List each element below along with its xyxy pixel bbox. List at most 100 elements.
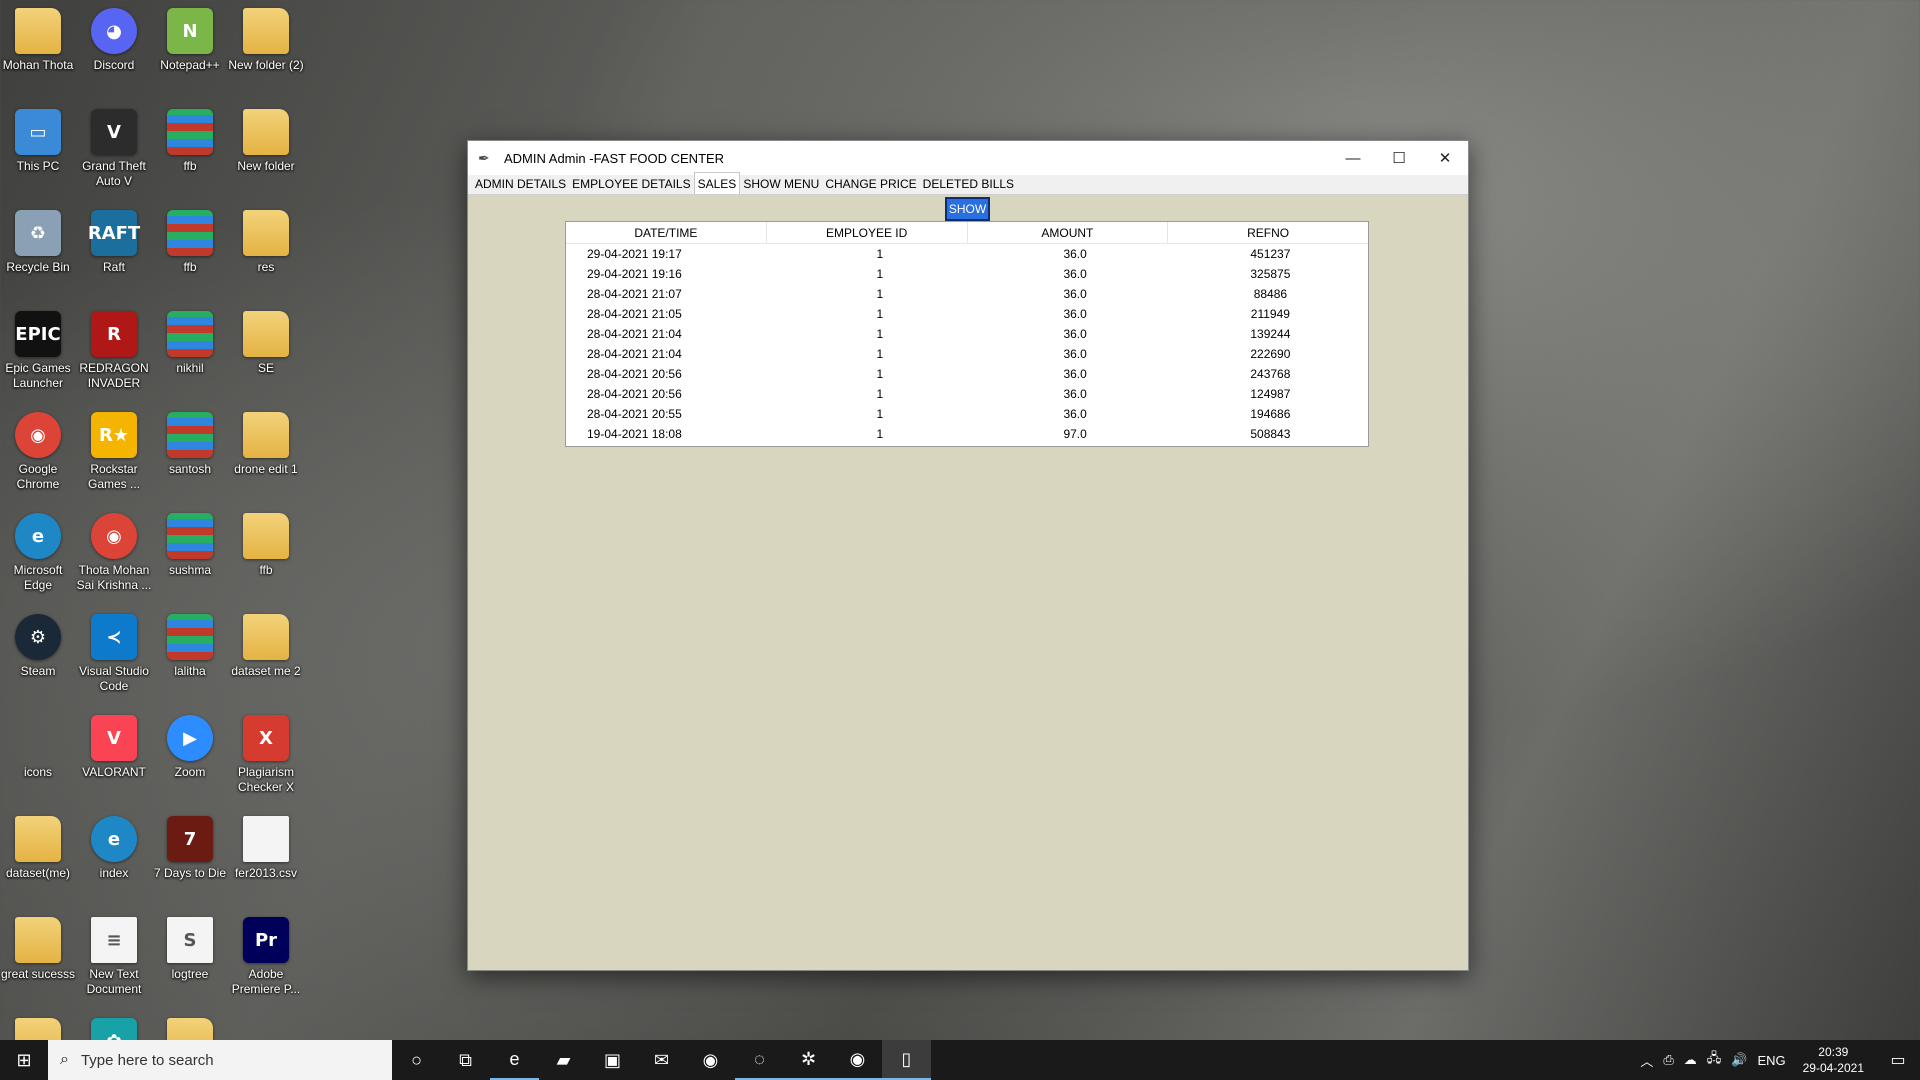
column-header-employee-id[interactable]: EMPLOYEE ID bbox=[767, 222, 968, 243]
chrome-profile-icon[interactable]: ◉ bbox=[833, 1040, 882, 1080]
desktop-icon[interactable]: drone edit 1 bbox=[228, 404, 304, 500]
desktop-icon[interactable]: ffb bbox=[152, 202, 228, 298]
table-row[interactable]: 28-04-2021 20:56 1 36.0 124987 bbox=[566, 384, 1368, 404]
desktop-icon-graphic bbox=[15, 917, 61, 963]
table-row[interactable]: 29-04-2021 19:16 1 36.0 325875 bbox=[566, 264, 1368, 284]
chevron-up-icon[interactable]: ︿ bbox=[1635, 1051, 1658, 1070]
volume-icon[interactable]: 🔊 bbox=[1726, 1052, 1752, 1068]
desktop-icon-graphic: ◉ bbox=[15, 412, 61, 458]
tab-employee-details[interactable]: EMPLOYEE DETAILS bbox=[569, 175, 693, 194]
app-ring-icon[interactable]: ◌ bbox=[735, 1040, 784, 1080]
desktop-icon[interactable]: e index bbox=[76, 808, 152, 904]
document-app-icon[interactable]: ▯ bbox=[882, 1040, 931, 1080]
desktop-icon[interactable]: ≺ Visual Studio Code bbox=[76, 606, 152, 702]
desktop-icon[interactable]: 7 7 Days to Die bbox=[152, 808, 228, 904]
cortana-icon[interactable]: ○ bbox=[392, 1040, 441, 1080]
tab-deleted-bills[interactable]: DELETED BILLS bbox=[920, 175, 1017, 194]
tab-change-price[interactable]: CHANGE PRICE bbox=[822, 175, 919, 194]
table-cell: 29-04-2021 19:16 bbox=[587, 267, 682, 281]
desktop-icon[interactable]: santosh bbox=[152, 404, 228, 500]
store-icon[interactable]: ▣ bbox=[588, 1040, 637, 1080]
column-header-refno[interactable]: REFNO bbox=[1168, 222, 1368, 243]
table-cell: 1 bbox=[876, 347, 884, 361]
desktop-icon[interactable]: ♻ Recycle Bin bbox=[0, 202, 76, 298]
desktop-icon[interactable]: EPIC Epic Games Launcher bbox=[0, 303, 76, 399]
desktop-icon[interactable]: ▶ Zoom bbox=[152, 707, 228, 803]
desktop-icon[interactable]: ◕ Discord bbox=[76, 0, 152, 96]
file-explorer-icon[interactable]: ▰ bbox=[539, 1040, 588, 1080]
desktop-icon-graphic: 7 bbox=[167, 816, 213, 862]
desktop-icon[interactable]: great sucesss bbox=[0, 909, 76, 1005]
table-row[interactable]: 28-04-2021 21:07 1 36.0 88486 bbox=[566, 284, 1368, 304]
mail-icon[interactable]: ✉ bbox=[637, 1040, 686, 1080]
desktop-icon[interactable]: ≡ New Text Document bbox=[76, 909, 152, 1005]
desktop-icon[interactable]: R REDRAGON INVADER bbox=[76, 303, 152, 399]
desktop-icon[interactable]: V VALORANT bbox=[76, 707, 152, 803]
desktop-icon[interactable]: dataset(me) bbox=[0, 808, 76, 904]
desktop-icon[interactable]: Slogtree bbox=[152, 909, 228, 1005]
desktop-icon[interactable]: nikhil bbox=[152, 303, 228, 399]
desktop-icon[interactable]: X Plagiarism Checker X bbox=[228, 707, 304, 803]
desktop-icon-graphic: Pr bbox=[243, 917, 289, 963]
table-row[interactable]: 28-04-2021 21:05 1 36.0 211949 bbox=[566, 304, 1368, 324]
taskbar: ⊞ ⌕ Type here to search ○ ⧉ e ▰ ▣ ✉ ◉ ◌ ✲ ◉ ▯ ︿ ⎙ … bbox=[0, 1040, 1920, 1080]
desktop-icon-label: New folder bbox=[237, 159, 295, 173]
desktop-icon[interactable]: ◉ Thota Mohan Sai Krishna ... bbox=[76, 505, 152, 601]
desktop-icon-graphic: ◉ bbox=[91, 513, 137, 559]
start-button[interactable]: ⊞ bbox=[0, 1040, 48, 1080]
notification-icon[interactable]: ▭ bbox=[1876, 1050, 1920, 1070]
show-button[interactable]: SHOW bbox=[945, 197, 990, 221]
tab-sales[interactable]: SALES bbox=[693, 172, 741, 194]
desktop-icon[interactable]: ffb bbox=[152, 101, 228, 197]
onedrive-icon[interactable]: ☁ bbox=[1679, 1052, 1702, 1068]
desktop-icon[interactable]: ⚙ Steam bbox=[0, 606, 76, 702]
desktop-icon[interactable]: icons bbox=[0, 707, 76, 803]
desktop-icon[interactable]: N Notepad++ bbox=[152, 0, 228, 96]
desktop-icon[interactable]: res bbox=[228, 202, 304, 298]
desktop-icon[interactable]: Pr Adobe Premiere P... bbox=[228, 909, 304, 1005]
maximize-button[interactable]: ☐ bbox=[1376, 141, 1422, 175]
desktop-icon-label: Google Chrome bbox=[16, 462, 60, 491]
column-header-datetime[interactable]: DATE/TIME bbox=[566, 222, 767, 243]
close-button[interactable]: ✕ bbox=[1422, 141, 1468, 175]
table-row[interactable]: 28-04-2021 21:04 1 36.0 222690 bbox=[566, 344, 1368, 364]
title-bar[interactable]: ✒ ADMIN Admin -FAST FOOD CENTER — ☐ ✕ bbox=[468, 141, 1468, 175]
desktop-icon[interactable]: dataset me 2 bbox=[228, 606, 304, 702]
minimize-button[interactable]: — bbox=[1330, 141, 1376, 175]
table-row[interactable]: 19-04-2021 18:08 1 97.0 508843 bbox=[566, 424, 1368, 444]
desktop-icon[interactable]: ffb bbox=[228, 505, 304, 601]
desktop-icon[interactable]: New folder bbox=[228, 101, 304, 197]
desktop-icon-label: logtree bbox=[171, 967, 209, 981]
desktop-icon[interactable]: Mohan Thota bbox=[0, 0, 76, 96]
chrome-taskbar-icon[interactable]: ◉ bbox=[686, 1040, 735, 1080]
network-app-icon[interactable]: ✲ bbox=[784, 1040, 833, 1080]
desktop-icon[interactable]: R★ Rockstar Games ... bbox=[76, 404, 152, 500]
task-view-icon[interactable]: ⧉ bbox=[441, 1040, 490, 1080]
desktop-icon[interactable]: ▭ This PC bbox=[0, 101, 76, 197]
edge-taskbar-icon[interactable]: e bbox=[490, 1040, 539, 1080]
desktop-icon[interactable]: RAFT Raft bbox=[76, 202, 152, 298]
table-row[interactable]: 29-04-2021 19:17 1 36.0 451237 bbox=[566, 244, 1368, 264]
table-cell: 28-04-2021 21:04 bbox=[587, 327, 682, 341]
tab-admin-details[interactable]: ADMIN DETAILS bbox=[472, 175, 569, 194]
usb-icon[interactable]: ⎙ bbox=[1658, 1052, 1678, 1068]
desktop-icon[interactable]: e Microsoft Edge bbox=[0, 505, 76, 601]
desktop-icon[interactable]: fer2013.csv bbox=[228, 808, 304, 904]
table-row[interactable]: 28-04-2021 20:55 1 36.0 194686 bbox=[566, 404, 1368, 424]
desktop-icon[interactable]: lalitha bbox=[152, 606, 228, 702]
column-header-amount[interactable]: AMOUNT bbox=[968, 222, 1169, 243]
network-icon[interactable]: 🖧 bbox=[1702, 1049, 1727, 1071]
table-row[interactable]: 28-04-2021 21:04 1 36.0 139244 bbox=[566, 324, 1368, 344]
search-box[interactable]: ⌕ Type here to search bbox=[48, 1040, 392, 1080]
tab-show-menu[interactable]: SHOW MENU bbox=[740, 175, 822, 194]
desktop-icon[interactable]: ◉ Google Chrome bbox=[0, 404, 76, 500]
table-row[interactable]: 28-04-2021 20:56 1 36.0 243768 bbox=[566, 364, 1368, 384]
desktop-icon-label: SE bbox=[257, 361, 274, 375]
desktop-icon[interactable]: V Grand Theft Auto V bbox=[76, 101, 152, 197]
clock[interactable]: 20:39 29-04-2021 bbox=[1791, 1044, 1876, 1076]
desktop-icon[interactable]: sushma bbox=[152, 505, 228, 601]
desktop-icon[interactable]: SE bbox=[228, 303, 304, 399]
desktop-icon[interactable]: New folder (2) bbox=[228, 0, 304, 96]
table-cell: 29-04-2021 19:17 bbox=[587, 247, 682, 261]
language-indicator[interactable]: ENG bbox=[1752, 1053, 1790, 1068]
